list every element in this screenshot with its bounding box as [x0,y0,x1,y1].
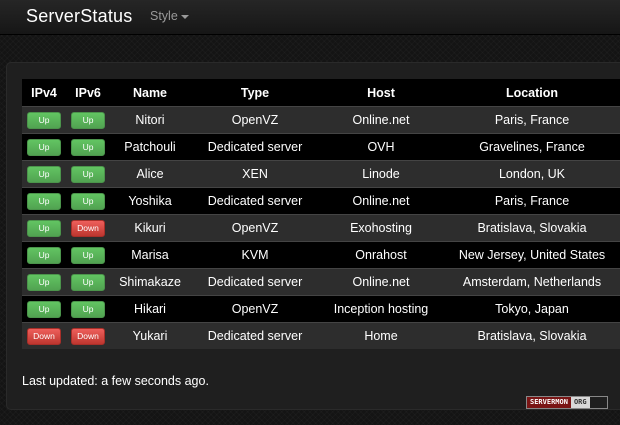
ipv6-status-badge: Up [71,246,105,264]
ipv4-status-cell: Up [22,268,66,296]
logo-part-org: ORG [570,397,590,408]
ipv4-status-badge: Up [27,192,61,210]
table-row: Down Down Yukari Dedicated server Home Bratis… [22,322,620,349]
ipv4-status-badge: Up [27,111,61,129]
server-location: New Jersey, United States [442,241,620,269]
brand-title[interactable]: ServerStatus [26,6,132,27]
ipv6-status-badge: Up [71,192,105,210]
server-location: Paris, France [442,187,620,215]
style-dropdown[interactable]: Style [150,9,189,23]
ipv6-status-cell: Up [66,106,110,134]
column-header-location: Location [442,79,620,107]
table-row: Up Up Shimakaze Dedicated server Online.net A… [22,268,620,296]
server-name: Shimakaze [110,268,190,296]
table-row: Up Up Patchouli Dedicated server OVH Gravelin… [22,133,620,161]
ipv4-status-cell: Up [22,187,66,215]
navbar: ServerStatus Style [0,0,620,35]
server-host: Online.net [320,187,442,215]
ipv4-status-cell: Up [22,295,66,323]
server-name: Patchouli [110,133,190,161]
table-row: Up Up Alice XEN Linode London, UK [22,160,620,188]
ipv4-status-cell: Up [22,106,66,134]
server-type: Dedicated server [190,268,320,296]
ipv6-status-badge: Up [71,111,105,129]
ipv6-status-badge: Up [71,300,105,318]
table-row: Up Up Yoshika Dedicated server Online.net Par… [22,187,620,215]
ipv6-status-cell: Up [66,268,110,296]
ipv4-status-badge: Up [27,138,61,156]
server-host: Inception hosting [320,295,442,323]
ipv4-status-badge: Up [27,273,61,291]
ipv6-status-cell: Up [66,160,110,188]
server-host: Linode [320,160,442,188]
table-row: Up Up Nitori OpenVZ Online.net Paris, France [22,106,620,134]
column-header-name: Name [110,79,190,107]
server-location: Amsterdam, Netherlands [442,268,620,296]
column-header-host: Host [320,79,442,107]
server-host: Online.net [320,106,442,134]
ipv6-status-badge: Up [71,165,105,183]
server-location: Bratislava, Slovakia [442,214,620,242]
table-header-row: IPv4 IPv6 Name Type Host Location [22,79,620,107]
column-header-type: Type [190,79,320,107]
server-type: OpenVZ [190,295,320,323]
column-header-ipv4: IPv4 [22,79,66,107]
server-type: XEN [190,160,320,188]
column-header-ipv6: IPv6 [66,79,110,107]
ipv4-status-cell: Down [22,322,66,349]
server-name: Yoshika [110,187,190,215]
ipv6-status-badge: Down [71,327,105,345]
server-location: Paris, France [442,106,620,134]
ipv4-status-badge: Up [27,165,61,183]
server-location: London, UK [442,160,620,188]
server-name: Marisa [110,241,190,269]
server-host: Home [320,322,442,349]
server-location: Tokyo, Japan [442,295,620,323]
ipv4-status-cell: Up [22,241,66,269]
server-name: Kikuri [110,214,190,242]
ipv4-status-badge: Up [27,300,61,318]
server-type: Dedicated server [190,187,320,215]
ipv6-status-cell: Up [66,187,110,215]
ipv6-status-badge: Down [71,219,105,237]
ipv6-status-badge: Up [71,273,105,291]
ipv4-status-cell: Up [22,133,66,161]
server-name: Alice [110,160,190,188]
server-host: Exohosting [320,214,442,242]
server-type: Dedicated server [190,322,320,349]
server-type: Dedicated server [190,133,320,161]
table-row: Up Up Marisa KVM Onrahost New Jersey, United … [22,241,620,269]
ipv6-status-cell: Down [66,214,110,242]
server-host: OVH [320,133,442,161]
table-row: Up Up Hikari OpenVZ Inception hosting Tokyo, … [22,295,620,323]
ipv4-status-badge: Up [27,219,61,237]
server-name: Hikari [110,295,190,323]
server-type: KVM [190,241,320,269]
style-dropdown-label: Style [150,9,178,23]
server-name: Nitori [110,106,190,134]
server-host: Onrahost [320,241,442,269]
server-type: OpenVZ [190,214,320,242]
ipv4-status-cell: Up [22,214,66,242]
ipv4-status-badge: Down [27,327,61,345]
ipv4-status-badge: Up [27,246,61,264]
server-location: Gravelines, France [442,133,620,161]
table-row: Up Down Kikuri OpenVZ Exohosting Bratislava, … [22,214,620,242]
ipv6-status-badge: Up [71,138,105,156]
last-updated-text: Last updated: a few seconds ago. [22,374,209,388]
ipv6-status-cell: Up [66,295,110,323]
ipv6-status-cell: Down [66,322,110,349]
ipv6-status-cell: Up [66,133,110,161]
ipv4-status-cell: Up [22,160,66,188]
table-body: Up Up Nitori OpenVZ Online.net Paris, France U… [22,106,620,349]
logo-part-servermon: SERVERMON [527,397,571,408]
server-host: Online.net [320,268,442,296]
caret-down-icon [180,14,189,19]
server-type: OpenVZ [190,106,320,134]
ipv6-status-cell: Up [66,241,110,269]
servermon-logo[interactable]: SERVERMON ORG [526,396,608,409]
server-name: Yukari [110,322,190,349]
server-status-table: IPv4 IPv6 Name Type Host Location Up Up Ni… [22,79,620,349]
server-location: Bratislava, Slovakia [442,322,620,349]
